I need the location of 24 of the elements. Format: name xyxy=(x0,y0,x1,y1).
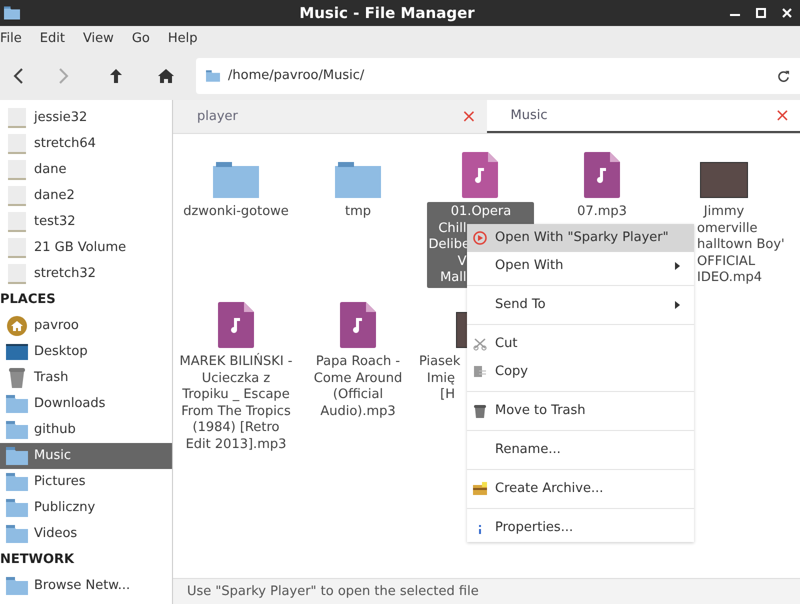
tab-label: Music xyxy=(510,106,548,125)
sidebar-label: jessie32 xyxy=(34,109,88,128)
sidebar-label: Pictures xyxy=(34,473,86,492)
sidebar-label: dane2 xyxy=(34,187,75,206)
sidebar-label: dane xyxy=(34,161,66,180)
sidebar-label: pavroo xyxy=(34,317,79,336)
sidebar-label: 21 GB Volume xyxy=(34,239,126,258)
sidebar-label: stretch32 xyxy=(34,265,96,284)
sidebar-label: Videos xyxy=(34,525,78,544)
sidebar-label: github xyxy=(34,421,76,440)
window-title: Music - File Manager xyxy=(298,2,476,24)
sidebar-label: Desktop xyxy=(34,343,88,362)
sidebar-label: Trash xyxy=(34,369,68,388)
sidebar-label: stretch64 xyxy=(34,135,96,154)
section-heading: NETWORK xyxy=(0,551,76,570)
tab-label: player xyxy=(197,108,238,126)
sidebar-label: Publiczny xyxy=(34,499,96,518)
sidebar-label: Downloads xyxy=(34,395,106,414)
section-heading: PLACES xyxy=(0,291,57,310)
sidebar-label: test32 xyxy=(34,213,76,232)
status-bar: Use "Sparky Player" to open the selected file xyxy=(173,578,800,604)
sidebar-label: Browse Netw... xyxy=(34,577,130,596)
path-text: /home/pavroo/Music/ xyxy=(228,67,366,86)
sidebar-label: Music xyxy=(34,447,71,466)
